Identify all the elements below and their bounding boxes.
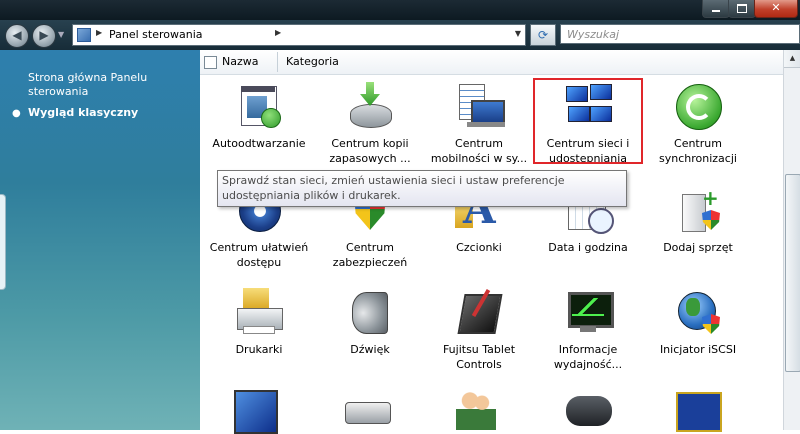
maximize-button[interactable]: [728, 0, 756, 18]
forward-button[interactable]: ▶: [32, 24, 56, 48]
sync-icon: [674, 82, 722, 130]
add-hardware-icon: +: [674, 186, 722, 234]
scroll-up-icon[interactable]: ▲: [784, 50, 800, 68]
minimize-button[interactable]: [702, 0, 730, 18]
breadcrumb-separator-icon[interactable]: ▶: [275, 28, 281, 37]
scroll-thumb[interactable]: [785, 174, 800, 372]
item-label: Fujitsu Tablet Controls: [442, 343, 516, 371]
tooltip: Sprawdź stan sieci, zmień ustawienia sie…: [217, 170, 627, 207]
speaker-icon: [346, 288, 394, 336]
refresh-icon: ⟳: [537, 28, 549, 42]
address-dropdown-icon[interactable]: ▼: [515, 29, 521, 38]
item-tablet-controls[interactable]: Fujitsu Tablet Controls: [424, 288, 534, 372]
item-label: Centrum kopii zapasowych ...: [329, 137, 411, 165]
item-autoplay[interactable]: Autoodtwarzanie: [204, 82, 314, 151]
printer-icon: [235, 288, 283, 336]
item-label: Centrum zabezpieczeń: [332, 241, 408, 269]
control-panel-icon: [77, 28, 91, 42]
selection-highlight: [533, 78, 643, 164]
item-label: Centrum mobilności w sy...: [430, 137, 528, 165]
column-divider[interactable]: [277, 52, 278, 72]
item-sync-center[interactable]: Centrum synchronizacji: [643, 82, 753, 166]
close-icon: ✕: [771, 1, 781, 14]
backup-icon: [346, 82, 394, 130]
classic-view-link[interactable]: Wygląd klasyczny: [28, 106, 138, 119]
window-blue-icon[interactable]: [234, 390, 278, 434]
item-performance-info[interactable]: Informacje wydajność...: [533, 288, 643, 372]
navigation-bar: ◀ ▶ ▼ ▶ Panel sterowania ▶ ▼ ⟳ Wyszukaj: [0, 20, 800, 50]
maximize-icon: [737, 4, 747, 13]
tablet-pen-icon: [455, 288, 503, 336]
column-header: Nazwa Kategoria: [200, 50, 790, 75]
item-sound[interactable]: Dźwięk: [315, 288, 425, 357]
signal-chart-icon[interactable]: [676, 392, 722, 432]
item-mobility-center[interactable]: Centrum mobilności w sy...: [424, 82, 534, 166]
mobility-icon: [455, 82, 505, 130]
back-button[interactable]: ◀: [5, 24, 29, 48]
address-bar[interactable]: ▶ Panel sterowania ▶ ▼: [72, 24, 526, 46]
item-label: Centrum synchronizacji: [659, 137, 737, 165]
forward-arrow-icon: ▶: [39, 28, 49, 42]
close-button[interactable]: ✕: [754, 0, 798, 18]
history-dropdown-icon[interactable]: ▼: [58, 30, 64, 39]
breadcrumb-control-panel[interactable]: Panel sterowania: [109, 28, 203, 41]
item-label: Informacje wydajność...: [553, 343, 623, 371]
pane-edge-tab: [0, 194, 6, 290]
item-backup-center[interactable]: Centrum kopii zapasowych ...: [315, 82, 425, 166]
task-pane: Strona główna Panelu sterowania ● Wygląd…: [0, 50, 200, 430]
item-label: Drukarki: [235, 343, 283, 356]
keyboard-icon[interactable]: [345, 402, 391, 424]
item-label: Czcionki: [456, 241, 502, 254]
refresh-button[interactable]: ⟳: [530, 24, 556, 46]
item-label: Autoodtwarzanie: [212, 137, 306, 150]
breadcrumb-separator-icon[interactable]: ▶: [96, 28, 102, 37]
column-category[interactable]: Kategoria: [286, 55, 339, 68]
column-name[interactable]: Nazwa: [222, 55, 258, 68]
window-title-bar: ✕: [0, 0, 800, 20]
autoplay-icon: [235, 82, 283, 130]
item-label: Centrum ułatwień dostępu: [209, 241, 309, 269]
back-arrow-icon: ◀: [12, 28, 22, 42]
minimize-icon: [712, 10, 720, 12]
select-all-checkbox[interactable]: [204, 56, 217, 69]
item-printers[interactable]: Drukarki: [204, 288, 314, 357]
users-icon[interactable]: [456, 388, 496, 430]
gamepad-icon[interactable]: [566, 396, 612, 426]
vertical-scrollbar[interactable]: ▲: [783, 50, 800, 430]
item-add-hardware[interactable]: + Dodaj sprzęt: [643, 186, 753, 255]
search-input[interactable]: Wyszukaj: [560, 24, 800, 44]
item-label: Data i godzina: [548, 241, 628, 254]
item-label: Dodaj sprzęt: [663, 241, 733, 254]
control-panel-home-link[interactable]: Strona główna Panelu sterowania: [28, 71, 178, 99]
globe-icon: [674, 288, 722, 336]
item-label: Dźwięk: [350, 343, 390, 356]
item-iscsi-initiator[interactable]: Inicjator iSCSI: [643, 288, 753, 357]
bullet-icon: ●: [12, 108, 21, 119]
item-label: Inicjator iSCSI: [659, 343, 737, 356]
performance-monitor-icon: [564, 288, 614, 336]
